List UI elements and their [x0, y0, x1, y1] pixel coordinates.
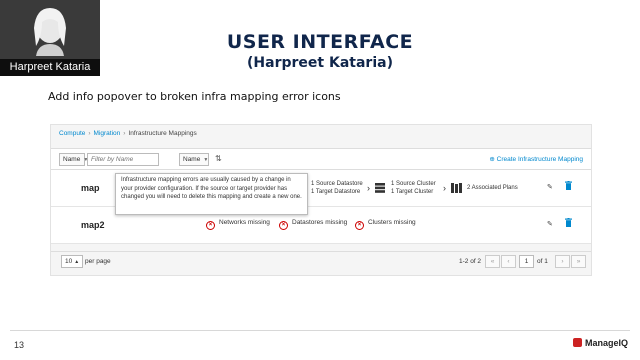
slide-page-number: 13 [14, 340, 25, 350]
error-label: Datastores missing [292, 219, 348, 226]
breadcrumb: Compute › Migration › Infrastructure Mapping… [59, 130, 197, 137]
chevron-right-icon: › [367, 183, 370, 193]
sort-icon[interactable]: ⇅ [215, 154, 222, 163]
mapping-name[interactable]: map2 [81, 220, 105, 230]
filter-field-select[interactable]: Name ▼ [59, 153, 88, 166]
per-page-label: per page [85, 258, 111, 265]
trash-icon[interactable] [565, 181, 572, 190]
manageiq-logo-icon [572, 338, 582, 347]
presenter-avatar [34, 8, 66, 56]
error-icon[interactable]: × [355, 221, 364, 230]
total-pages: of 1 [537, 258, 548, 265]
error-label: Clusters missing [368, 219, 416, 226]
chevron-right-icon: › [443, 183, 446, 193]
brand-name: ManageIQ [584, 338, 628, 348]
error-icon[interactable]: × [206, 221, 215, 230]
infra-mappings-screenshot: Compute › Migration › Infrastructure Mapping… [50, 124, 592, 276]
create-mapping-label: Create Infrastructure Mapping [496, 156, 583, 163]
presenter-name: Harpreet Kataria [0, 59, 100, 76]
clusters-cell[interactable]: 1 Source Cluster 1 Target Cluster [391, 180, 436, 196]
filter-field-label: Name [63, 156, 81, 163]
target-datastore-count: 1 Target Datastore [311, 189, 361, 195]
datastores-error[interactable]: × Datastores missing [279, 219, 347, 230]
sort-field-label: Name [183, 156, 201, 163]
plans-icon [451, 183, 462, 193]
datastores-cell[interactable]: 1 Source Datastore 1 Target Datastore [311, 180, 363, 196]
toolbar: Name▼ Name▼ ⇅ ⊕ Create Infrastructure Ma… [51, 148, 591, 170]
first-page-button[interactable]: « [485, 255, 500, 268]
error-info-popover: Infrastructure mapping errors are usuall… [115, 173, 308, 215]
per-page-select[interactable]: 10 ▲ [61, 255, 84, 268]
cluster-icon [375, 183, 385, 193]
clusters-error[interactable]: × Clusters missing [355, 219, 416, 230]
breadcrumb-separator: › [123, 130, 126, 137]
next-page-button[interactable]: › [555, 255, 570, 268]
slide-description: Add info popover to broken infra mapping… [48, 90, 341, 103]
last-page-button[interactable]: » [571, 255, 586, 268]
prev-page-button[interactable]: ‹ [501, 255, 516, 268]
breadcrumb-separator: › [88, 130, 91, 137]
source-datastore-count: 1 Source Datastore [311, 181, 363, 187]
error-label: Networks missing [219, 219, 270, 226]
breadcrumb-current: Infrastructure Mappings [128, 130, 197, 137]
breadcrumb-migration[interactable]: Migration [94, 130, 121, 137]
presenter-video: Harpreet Kataria [0, 0, 100, 76]
chevron-up-icon: ▲ [74, 259, 80, 265]
target-cluster-count: 1 Target Cluster [391, 189, 434, 195]
filter-input[interactable] [87, 153, 159, 166]
pagination: 10▲ per page 1-2 of 2 « ‹ of 1 › » [51, 251, 591, 271]
page-number-input[interactable] [519, 255, 534, 268]
pagination-range: 1-2 of 2 [459, 258, 482, 265]
create-mapping-button[interactable]: ⊕ Create Infrastructure Mapping [489, 155, 583, 163]
chevron-down-icon: ▼ [203, 157, 209, 163]
source-cluster-count: 1 Source Cluster [391, 181, 436, 187]
pencil-icon[interactable]: ✎ [547, 220, 553, 228]
associated-plans[interactable]: 2 Associated Plans [467, 184, 518, 192]
pencil-icon[interactable]: ✎ [547, 183, 553, 191]
slide-subtitle: (Harpreet Kataria) [247, 55, 393, 71]
slide-title: USER INTERFACE [226, 31, 414, 53]
error-icon[interactable]: × [279, 221, 288, 230]
networks-error[interactable]: × Networks missing [206, 219, 270, 230]
footer-divider [10, 330, 630, 331]
trash-icon[interactable] [565, 218, 572, 227]
per-page-value: 10 [65, 258, 73, 265]
breadcrumb-compute[interactable]: Compute [59, 130, 85, 137]
brand-logo: ManageIQ [572, 338, 628, 348]
mapping-name[interactable]: map [81, 183, 100, 193]
sort-field-select[interactable]: Name ▼ [179, 153, 209, 166]
plus-circle-icon: ⊕ [489, 156, 497, 163]
